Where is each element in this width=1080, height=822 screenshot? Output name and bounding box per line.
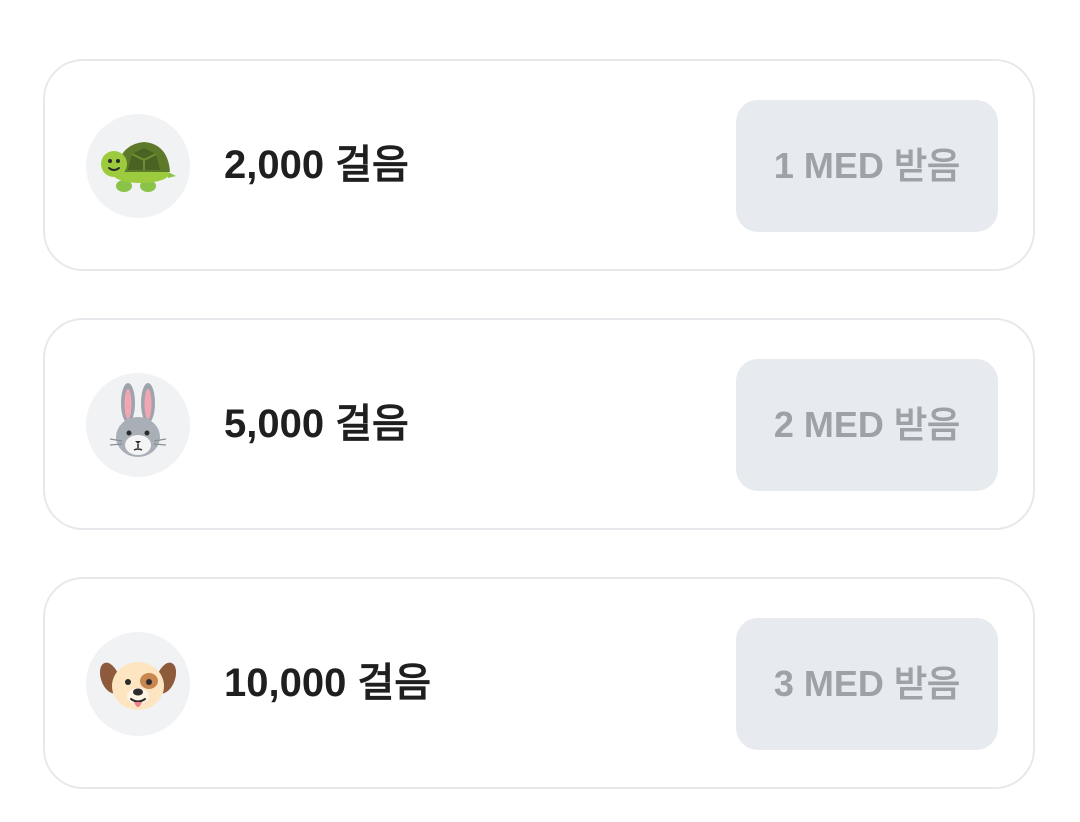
reward-card: 10,000 걸음 3 MED 받음 [43,577,1035,789]
steps-label: 2,000 걸음 [224,143,409,187]
avatar [86,632,190,736]
claim-reward-button[interactable]: 1 MED 받음 [736,100,998,232]
steps-label: 10,000 걸음 [224,661,432,705]
steps-label: 5,000 걸음 [224,402,409,446]
claim-reward-button[interactable]: 3 MED 받음 [736,618,998,750]
claim-reward-button[interactable]: 2 MED 받음 [736,359,998,491]
avatar [86,373,190,477]
rabbit-icon [109,383,167,457]
avatar [86,114,190,218]
reward-card: 5,000 걸음 2 MED 받음 [43,318,1035,530]
dog-icon [99,662,177,710]
turtle-icon [101,142,176,192]
reward-card: 2,000 걸음 1 MED 받음 [43,59,1035,271]
step-reward-list: 2,000 걸음 1 MED 받음 5,000 걸음 2 MED 받음 10,0… [0,0,1080,822]
